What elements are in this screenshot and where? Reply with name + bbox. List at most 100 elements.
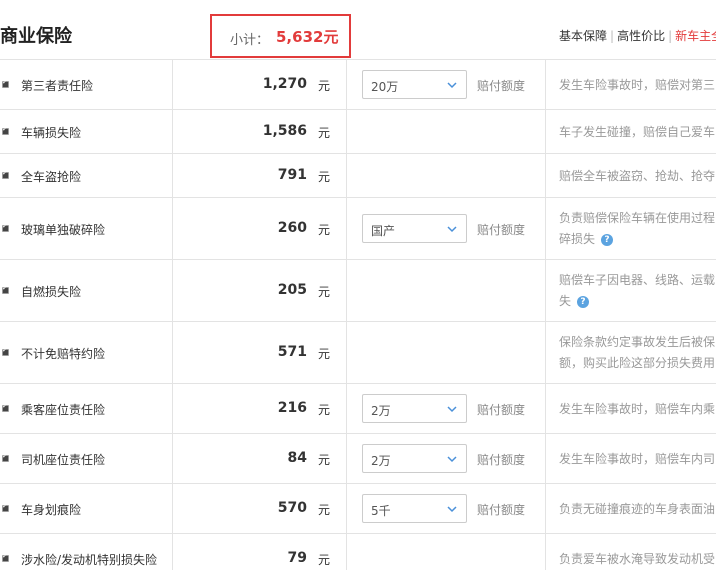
coverage-amount-select[interactable]: 2万: [362, 394, 467, 423]
description-text: 碎损失: [559, 232, 596, 246]
description-line: 保险条款约定事故发生后被保: [559, 332, 716, 353]
description-text: 车子发生碰撞，赔偿自己爱车: [559, 124, 716, 139]
insurance-name: 涉水险/发动机特别损失险: [21, 553, 158, 567]
question-help-icon[interactable]: ?: [601, 233, 614, 246]
coverage-amount-label: 赔付额度: [477, 503, 526, 517]
price-unit: 元: [318, 403, 331, 417]
description-line: 发生车险事故时，赔偿车内乘: [559, 399, 716, 420]
checkbox-checked-icon[interactable]: [2, 125, 9, 135]
chevron-down-icon: [447, 406, 457, 413]
chevron-down-icon: [447, 226, 457, 233]
insurance-description: 负责赔偿保险车辆在使用过程 碎损失?: [559, 208, 716, 250]
subtotal-box: 小计： 5,632元: [210, 14, 351, 58]
description-line: 赔偿全车被盗窃、抢劫、抢夺: [559, 166, 716, 187]
insurance-row: 玻璃单独破碎险 260 元 国产 赔付额度 负责赔偿保险车辆在使用过程碎损失?: [0, 198, 716, 260]
plan-tab-value[interactable]: 高性价比: [617, 29, 665, 43]
insurance-name: 玻璃单独破碎险: [21, 223, 106, 237]
insurance-row: 涉水险/发动机特别损失险 79 元 负责爱车被水淹导致发动机受: [0, 534, 716, 570]
insurance-row: 第三者责任险 1,270 元 20万 赔付额度 发生车险事故时，赔偿对第三: [0, 60, 716, 110]
coverage-amount-select[interactable]: 国产: [362, 214, 467, 243]
description-line: 赔偿车子因电器、线路、运载: [559, 270, 716, 291]
description-text: 保险条款约定事故发生后被保: [559, 335, 716, 349]
plan-tabs: 基本保障|高性价比|新车主全: [559, 27, 716, 44]
insurance-name: 全车盗抢险: [21, 170, 82, 184]
subtotal-value: 5,632元: [276, 28, 339, 46]
insurance-description: 负责无碰撞痕迹的车身表面油: [559, 499, 716, 520]
description-text: 负责爱车被水淹导致发动机受: [559, 551, 716, 566]
coverage-amount-value: 2万: [371, 454, 391, 468]
insurance-price: 571: [277, 344, 307, 360]
price-unit: 元: [318, 79, 331, 93]
price-unit: 元: [318, 503, 331, 517]
checkbox-checked-icon[interactable]: [2, 452, 9, 462]
coverage-amount-label: 赔付额度: [477, 453, 526, 467]
insurance-row: 乘客座位责任险 216 元 2万 赔付额度 发生车险事故时，赔偿车内乘: [0, 384, 716, 434]
chevron-down-icon: [447, 82, 457, 89]
insurance-description: 赔偿车子因电器、线路、运载失?: [559, 270, 716, 312]
coverage-amount-select[interactable]: 20万: [362, 70, 467, 99]
insurance-name: 司机座位责任险: [21, 453, 106, 467]
insurance-row: 不计免赔特约险 571 元 保险条款约定事故发生后被保额，购买此险这部分损失费用: [0, 322, 716, 384]
coverage-amount-value: 5千: [371, 504, 391, 518]
coverage-amount-select[interactable]: 2万: [362, 444, 467, 473]
description-text: 负责无碰撞痕迹的车身表面油: [559, 501, 716, 516]
checkbox-checked-icon[interactable]: [2, 346, 9, 356]
question-help-icon[interactable]: ?: [577, 295, 590, 308]
coverage-amount-label: 赔付额度: [477, 79, 526, 93]
price-unit: 元: [318, 285, 331, 299]
description-text: 赔偿车子因电器、线路、运载: [559, 273, 716, 287]
checkbox-checked-icon[interactable]: [2, 402, 9, 412]
insurance-row: 车辆损失险 1,586 元 车子发生碰撞，赔偿自己爱车: [0, 110, 716, 154]
subtotal-label: 小计：: [230, 33, 270, 48]
checkbox-checked-icon[interactable]: [2, 169, 9, 179]
insurance-description: 发生车险事故时，赔偿对第三: [559, 75, 716, 96]
insurance-price: 84: [287, 450, 307, 466]
checkbox-checked-icon[interactable]: [2, 222, 9, 232]
description-text: 发生车险事故时，赔偿车内乘: [559, 401, 716, 416]
coverage-amount-label: 赔付额度: [477, 223, 526, 237]
insurance-name: 不计免赔特约险: [21, 347, 106, 361]
price-unit: 元: [318, 347, 331, 361]
price-unit: 元: [318, 453, 331, 467]
description-line: 负责无碰撞痕迹的车身表面油: [559, 499, 716, 520]
insurance-price: 216: [277, 400, 307, 416]
description-text: 失: [559, 294, 572, 308]
description-line: 失?: [559, 291, 716, 312]
insurance-description: 赔偿全车被盗窃、抢劫、抢夺: [559, 166, 716, 187]
description-line: 碎损失?: [559, 229, 716, 250]
description-line: 负责赔偿保险车辆在使用过程: [559, 208, 716, 229]
section-header: 商业保险 小计： 5,632元 基本保障|高性价比|新车主全: [0, 0, 716, 60]
coverage-amount-value: 20万: [371, 80, 399, 94]
checkbox-checked-icon[interactable]: [2, 284, 9, 294]
description-line: 负责爱车被水淹导致发动机受: [559, 549, 716, 570]
insurance-name: 自燃损失险: [21, 285, 82, 299]
insurance-price: 79: [287, 550, 307, 566]
description-line: 额，购买此险这部分损失费用: [559, 353, 716, 374]
insurance-row: 全车盗抢险 791 元 赔偿全车被盗窃、抢劫、抢夺: [0, 154, 716, 198]
checkbox-checked-icon[interactable]: [2, 502, 9, 512]
price-unit: 元: [318, 223, 331, 237]
insurance-price: 1,270: [262, 76, 307, 92]
insurance-name: 第三者责任险: [21, 79, 94, 93]
checkbox-checked-icon[interactable]: [2, 552, 9, 562]
description-line: 车子发生碰撞，赔偿自己爱车: [559, 122, 716, 143]
plan-tab-basic[interactable]: 基本保障: [559, 29, 607, 43]
description-text: 发生车险事故时，赔偿车内司: [559, 451, 716, 466]
insurance-price: 205: [277, 282, 307, 298]
plan-separator: |: [668, 29, 673, 43]
description-text: 负责赔偿保险车辆在使用过程: [559, 211, 716, 225]
price-unit: 元: [318, 126, 331, 140]
coverage-amount-select[interactable]: 5千: [362, 494, 467, 523]
insurance-price: 260: [277, 220, 307, 236]
description-text: 发生车险事故时，赔偿对第三: [559, 77, 716, 92]
insurance-row: 车身划痕险 570 元 5千 赔付额度 负责无碰撞痕迹的车身表面油: [0, 484, 716, 534]
coverage-amount-label: 赔付额度: [477, 403, 526, 417]
insurance-description: 保险条款约定事故发生后被保额，购买此险这部分损失费用: [559, 332, 716, 374]
plan-tab-new-owner[interactable]: 新车主全: [675, 29, 716, 43]
coverage-amount-value: 2万: [371, 404, 391, 418]
price-unit: 元: [318, 553, 331, 567]
insurance-name: 乘客座位责任险: [21, 403, 106, 417]
checkbox-checked-icon[interactable]: [2, 78, 9, 88]
description-line: 发生车险事故时，赔偿车内司: [559, 449, 716, 470]
insurance-description: 发生车险事故时，赔偿车内司: [559, 449, 716, 470]
